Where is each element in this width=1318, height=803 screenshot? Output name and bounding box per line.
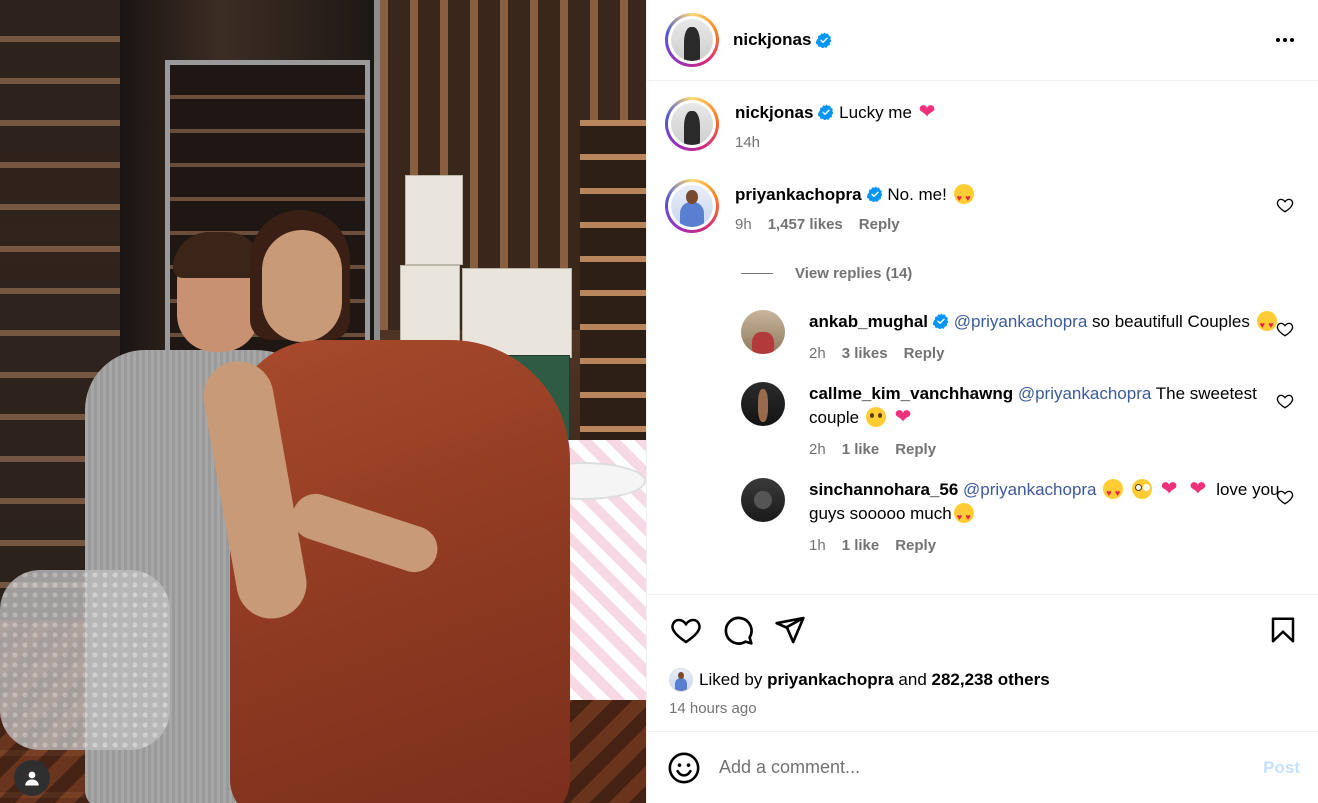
like-button[interactable] bbox=[669, 613, 703, 647]
reply-button[interactable]: Reply bbox=[895, 534, 936, 558]
reply-text: so beautifull Couples bbox=[1092, 312, 1250, 331]
reply-author[interactable]: sinchannohara_56 bbox=[809, 480, 958, 499]
more-icon bbox=[1276, 38, 1294, 42]
emoji-icon[interactable] bbox=[667, 751, 701, 785]
likes-and-label: and bbox=[898, 670, 927, 689]
post-side-panel: nickjonas nickjonas Lucky me 14h bbox=[646, 0, 1318, 803]
caption-time[interactable]: 14h bbox=[735, 131, 760, 155]
heart-emoji-icon bbox=[1161, 479, 1181, 499]
like-comment-icon[interactable] bbox=[1276, 320, 1294, 338]
caption-author[interactable]: nickjonas bbox=[735, 103, 813, 122]
reply-author[interactable]: ankab_mughal bbox=[809, 312, 928, 331]
photo-person-woman bbox=[197, 210, 590, 803]
comment: priyankachopra No. me! 9h 1,457 likes Re… bbox=[665, 179, 1300, 237]
verified-badge-icon bbox=[866, 186, 882, 202]
reply-author[interactable]: callme_kim_vanchhawng bbox=[809, 384, 1013, 403]
verified-badge-icon bbox=[933, 313, 949, 329]
reply-button[interactable]: Reply bbox=[859, 213, 900, 237]
likes-summary: Liked by priyankachopra and 282,238 othe… bbox=[647, 664, 1318, 692]
reply-time[interactable]: 2h bbox=[809, 438, 826, 462]
view-replies-button[interactable]: View replies (14) bbox=[741, 265, 1300, 282]
reply-time[interactable]: 1h bbox=[809, 534, 826, 558]
post-header: nickjonas bbox=[647, 0, 1318, 81]
bookmark-icon bbox=[1271, 617, 1295, 642]
heart-emoji-icon bbox=[1189, 479, 1209, 499]
avatar-frame bbox=[668, 100, 716, 148]
post-author-name[interactable]: nickjonas bbox=[733, 30, 811, 50]
heart-emoji-icon bbox=[919, 102, 939, 122]
view-replies-line bbox=[741, 273, 773, 274]
heart-icon bbox=[671, 618, 701, 643]
heart-eyes-emoji-icon bbox=[953, 503, 974, 529]
avatar[interactable] bbox=[741, 382, 785, 426]
reply: sinchannohara_56 @priyankachopra love yo… bbox=[741, 478, 1300, 558]
likes-count[interactable]: 282,238 others bbox=[932, 670, 1050, 690]
avatar[interactable] bbox=[741, 478, 785, 522]
reply-likes[interactable]: 1 like bbox=[842, 534, 880, 558]
heart-eyes-emoji-icon bbox=[1103, 479, 1124, 505]
like-comment-icon[interactable] bbox=[1276, 488, 1294, 506]
liked-by-label: Liked by bbox=[699, 670, 763, 689]
liker-avatar[interactable] bbox=[669, 668, 693, 692]
tagged-users-button[interactable] bbox=[14, 760, 50, 796]
story-ring[interactable] bbox=[665, 179, 719, 233]
comment-text: No. me! bbox=[887, 185, 947, 204]
avatar-frame bbox=[668, 182, 716, 230]
post-author[interactable]: nickjonas bbox=[733, 30, 832, 50]
like-comment-icon[interactable] bbox=[1276, 196, 1294, 214]
comment-button[interactable] bbox=[721, 613, 755, 647]
heart-eyes-emoji-icon bbox=[953, 184, 974, 210]
reply-likes[interactable]: 1 like bbox=[842, 438, 880, 462]
heart-emoji-icon bbox=[895, 407, 915, 427]
avatar[interactable] bbox=[741, 310, 785, 354]
verified-badge-icon bbox=[818, 104, 834, 120]
story-ring[interactable] bbox=[665, 97, 719, 151]
flushed-face-emoji-icon bbox=[1131, 479, 1152, 499]
verified-badge-icon bbox=[816, 32, 832, 48]
avatar bbox=[671, 19, 713, 61]
post-photo[interactable] bbox=[0, 0, 646, 803]
reply: callme_kim_vanchhawng @priyankachopra Th… bbox=[741, 382, 1300, 462]
more-options-button[interactable] bbox=[1270, 25, 1300, 55]
comment-input[interactable] bbox=[719, 757, 1264, 778]
avatar-frame bbox=[668, 16, 716, 64]
comments-list[interactable]: nickjonas Lucky me 14h priyankachopra No… bbox=[647, 81, 1318, 594]
comment-likes[interactable]: 1,457 likes bbox=[768, 213, 843, 237]
share-button[interactable] bbox=[773, 613, 807, 647]
liker-name[interactable]: priyankachopra bbox=[767, 670, 894, 690]
reply-likes[interactable]: 3 likes bbox=[842, 342, 888, 366]
user-icon bbox=[25, 771, 39, 786]
post-comment-button[interactable]: Post bbox=[1263, 758, 1300, 778]
reply-time[interactable]: 2h bbox=[809, 342, 826, 366]
reply: ankab_mughal @priyankachopra so beautifu… bbox=[741, 310, 1300, 366]
mention-link[interactable]: @priyankachopra bbox=[954, 312, 1088, 331]
photo-bubble-wrap bbox=[0, 570, 170, 750]
caption: nickjonas Lucky me 14h bbox=[665, 97, 1300, 155]
view-replies-label: View replies (14) bbox=[795, 265, 913, 282]
heart-eyes-emoji-icon bbox=[1256, 311, 1277, 337]
post-actions-bar bbox=[647, 594, 1318, 664]
post-timestamp[interactable]: 14 hours ago bbox=[647, 692, 1318, 717]
send-icon bbox=[775, 616, 805, 643]
reply-button[interactable]: Reply bbox=[904, 342, 945, 366]
like-comment-icon[interactable] bbox=[1276, 392, 1294, 410]
comment-icon bbox=[724, 616, 753, 645]
comment-author[interactable]: priyankachopra bbox=[735, 185, 862, 204]
caption-text: Lucky me bbox=[839, 103, 912, 122]
avatar bbox=[671, 103, 713, 145]
avatar bbox=[671, 185, 713, 227]
post-dialog: nickjonas nickjonas Lucky me 14h bbox=[0, 0, 1318, 803]
pleading-face-emoji-icon bbox=[865, 407, 886, 427]
add-comment-bar: Post bbox=[647, 731, 1318, 803]
save-button[interactable] bbox=[1266, 613, 1300, 647]
reply-button[interactable]: Reply bbox=[895, 438, 936, 462]
photo-head bbox=[262, 230, 342, 342]
story-ring[interactable] bbox=[665, 13, 719, 67]
mention-link[interactable]: @priyankachopra bbox=[1018, 384, 1152, 403]
mention-link[interactable]: @priyankachopra bbox=[963, 480, 1097, 499]
comment-time[interactable]: 9h bbox=[735, 213, 752, 237]
